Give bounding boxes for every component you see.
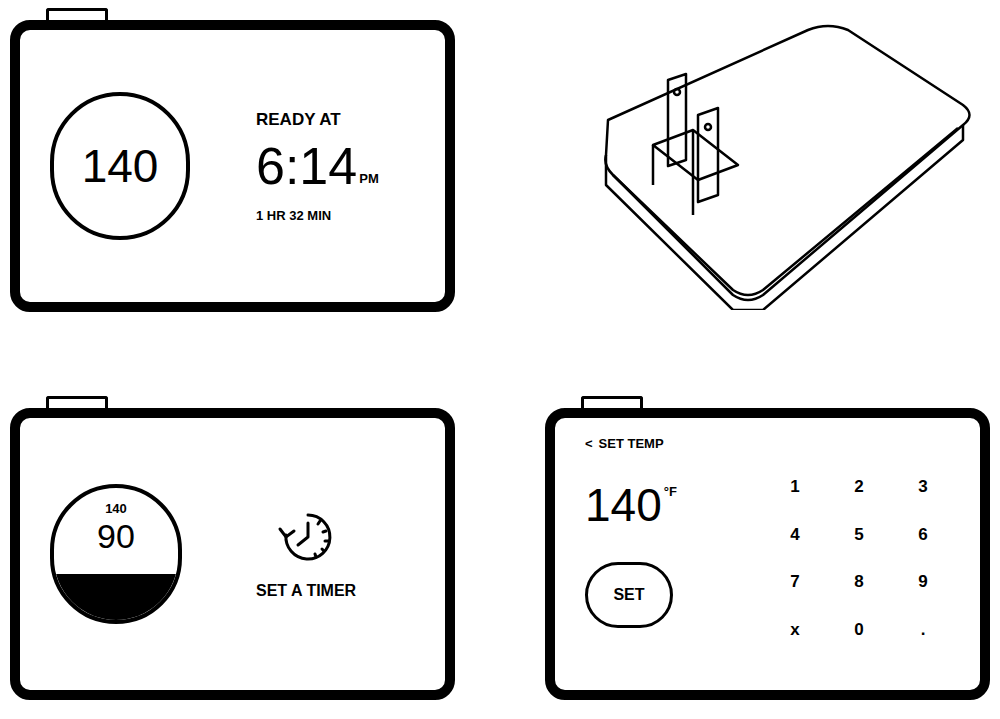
set-timer-label: SET A TIMER — [256, 579, 356, 603]
device-tab — [581, 396, 643, 408]
ready-time: 6:14 — [256, 140, 357, 192]
temp-value: 140 — [82, 132, 159, 201]
keypad-key[interactable]: 3 — [913, 474, 933, 500]
device-tab — [46, 8, 108, 20]
remaining-time: 1 HR 32 MIN — [256, 206, 379, 226]
ready-info: READY AT 6:14PM 1 HR 32 MIN — [256, 107, 379, 226]
plug-illustration — [545, 8, 990, 312]
timer-icon — [274, 505, 338, 569]
temp-circle: 140 — [50, 92, 190, 240]
keypad: 1 2 3 4 5 6 7 8 9 x 0. — [785, 474, 933, 642]
current-temp: 90 — [97, 515, 135, 558]
set-temp-device: < SET TEMP 140°F SET 1 2 3 4 5 6 7 8 9 x 0. — [545, 396, 990, 700]
target-temp: 140 — [105, 502, 127, 515]
keypad-key[interactable]: . — [913, 617, 933, 643]
page: 140READY AT6:14PM1 HR 32 MIN14090SET A T… — [0, 0, 1000, 719]
keypad-key[interactable]: 0 — [849, 617, 869, 643]
keypad-key[interactable]: 2 — [849, 474, 869, 500]
temp-input: 140 — [585, 482, 662, 528]
power-adapter-icon — [598, 10, 978, 310]
keypad-key[interactable]: 1 — [785, 474, 805, 500]
ready-label: READY AT — [256, 107, 379, 133]
keypad-key[interactable]: x — [785, 617, 805, 643]
temp-unit: °F — [664, 482, 677, 502]
device-tab — [46, 396, 108, 408]
screen-title: SET TEMP — [599, 434, 664, 454]
heating-gauge: 14090 — [50, 484, 182, 624]
device-screen: < SET TEMP 140°F SET 1 2 3 4 5 6 7 8 9 x 0. — [545, 408, 990, 700]
keypad-key[interactable]: 7 — [785, 569, 805, 595]
set-timer[interactable]: SET A TIMER — [256, 505, 356, 603]
back-arrow: < — [585, 434, 593, 454]
device-screen: 140 READY AT 6:14PM 1 HR 32 MIN — [10, 20, 455, 312]
keypad-key[interactable]: 4 — [785, 522, 805, 548]
ready-meridiem: PM — [359, 169, 379, 189]
keypad-key[interactable]: 5 — [849, 522, 869, 548]
back-button[interactable]: < SET TEMP — [585, 434, 765, 454]
device-screen: 14090 SET A TIMER — [10, 408, 455, 700]
ready-device: 140 READY AT 6:14PM 1 HR 32 MIN — [10, 8, 455, 312]
gauge-fill — [54, 574, 178, 620]
keypad-key[interactable]: 8 — [849, 569, 869, 595]
keypad-key[interactable]: 6 — [913, 522, 933, 548]
keypad-key[interactable]: 9 — [913, 569, 933, 595]
heating-device: 14090 SET A TIMER — [10, 396, 455, 700]
set-button[interactable]: SET — [585, 562, 673, 628]
